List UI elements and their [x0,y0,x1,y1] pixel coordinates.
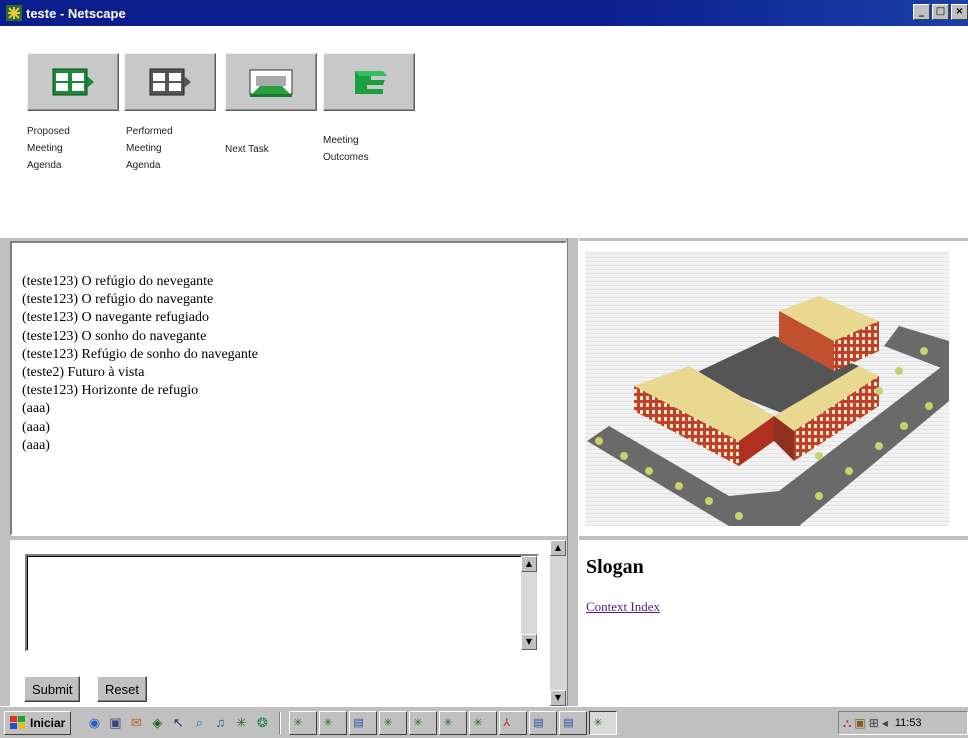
task-button[interactable]: ✳ [469,710,498,735]
start-button[interactable]: Iniciar [4,710,72,735]
task-button[interactable]: ▤ [529,710,558,735]
reset-button[interactable]: Reset [97,676,147,702]
netscape-icon: ✳ [413,717,423,729]
chat-message: (teste2) Futuro à vista [22,365,145,381]
netscape-icon: ✳ [383,717,393,729]
task-button-active[interactable]: ✳ [589,710,618,735]
clock[interactable]: 11:53 [895,717,922,729]
meeting-outcomes-button[interactable] [323,53,415,111]
search-icon[interactable]: ⌕ [190,714,208,732]
desktop-icon[interactable]: ▣ [106,714,124,732]
textarea-scrollbar[interactable]: ▲ ▼ [521,556,537,650]
netscape-icon: ✳ [593,717,603,729]
scroll-down-arrow-icon[interactable]: ▼ [521,634,537,650]
chat-message: (teste123) O sonho do navegante [22,328,207,344]
netscape-icon [6,5,22,21]
netscape-icon: ✳ [323,717,333,729]
image-frame [579,241,968,536]
performed-agenda-button[interactable] [124,53,216,111]
chat-log: (teste123) O refúgio do nevegante (teste… [10,241,567,536]
chat-message: (teste123) O refúgio do nevegante [22,274,214,289]
task-button[interactable]: ✳ [409,710,438,735]
chat-message: (aaa) [22,437,50,453]
message-form: ▲ ▼ Submit Reset [10,540,550,706]
netscape-icon: ✳ [473,717,483,729]
scroll-up-arrow-icon[interactable]: ▲ [550,540,566,556]
scroll-up-arrow-icon[interactable]: ▲ [521,556,537,572]
chat-message: (teste123) O navegante refugiado [22,310,209,326]
book-arrow-icon [52,68,94,96]
performed-agenda-label: Performed Meeting Agenda [126,126,173,171]
chat-message: (aaa) [22,401,50,417]
netscape-icon: ✳ [293,717,303,729]
next-task-button[interactable] [225,53,317,111]
windows-logo-icon [10,715,25,729]
task-button[interactable]: ✳ [439,710,468,735]
slogan-heading: Slogan [586,556,644,578]
scroll-down-arrow-icon[interactable]: ▼ [550,690,566,706]
taskbar-separator [279,711,282,734]
minimize-button[interactable]: _ [913,4,930,20]
chat-message: (teste123) Refúgio de sonho do navegante [22,346,258,362]
frame-divider-vertical[interactable] [567,238,579,706]
start-label: Iniciar [30,715,66,730]
close-button[interactable]: × [951,4,968,20]
context-index-link[interactable]: Context Index [586,599,660,615]
message-textarea[interactable]: ▲ ▼ [25,554,539,652]
proposed-agenda-label: Proposed Meeting Agenda [27,126,70,171]
meeting-outcomes-label: Meeting Outcomes [323,135,369,163]
task-button[interactable]: ✳ [319,710,348,735]
window-icon: ▤ [353,717,364,729]
maximize-button[interactable]: □ [932,4,949,20]
window-icon: ▤ [533,717,544,729]
task-button[interactable]: ✳ [379,710,408,735]
globe-icon[interactable]: ❂ [253,714,271,732]
window-icon: ▤ [563,717,574,729]
tray-window-icon[interactable]: ▣ [854,716,865,730]
acrobat-icon: ⅄ [503,717,511,729]
system-tray: ⛬ ▣ ⊞ ◂ 11:53 [838,711,968,735]
volume-icon[interactable]: ◂ [882,716,888,730]
task-button[interactable]: ⅄ [499,710,528,735]
proposed-agenda-button[interactable] [27,53,119,111]
quick-launch: ◉ ▣ ✉ ◈ ↖ ⌕ ♫ ✳ ❂ [85,714,271,732]
task-button[interactable]: ▤ [349,710,378,735]
window-title: teste - Netscape [26,5,126,21]
building-render-image [585,251,949,526]
channel-icon[interactable]: ◈ [148,714,166,732]
chat-message: (teste123) Horizonte de refugio [22,383,199,399]
book-arrow-icon [149,68,191,96]
netscape-icon[interactable]: ✳ [232,714,250,732]
tray-app-icon[interactable]: ⛬ [843,716,851,731]
next-task-icon [249,69,293,97]
frame-scrollbar[interactable]: ▲ ▼ [550,540,567,706]
task-button[interactable]: ▤ [559,710,588,735]
chat-message: (teste123) O refúgio do navegante [22,292,214,308]
task-buttons: ✳ ✳ ▤ ✳ ✳ ✳ ✳ ⅄ ▤ ▤ ✳ [289,710,618,735]
task-button[interactable]: ✳ [289,710,318,735]
browser-icon[interactable]: ◉ [85,714,103,732]
submit-button[interactable]: Submit [24,676,81,702]
next-task-label: Next Task [225,144,269,155]
network-icon[interactable]: ⊞ [869,716,879,730]
mail-icon[interactable]: ✉ [127,714,145,732]
cursor-icon[interactable]: ↖ [169,714,187,732]
taskbar: Iniciar ◉ ▣ ✉ ◈ ↖ ⌕ ♫ ✳ ❂ ✳ ✳ ▤ ✳ ✳ ✳ ✳ … [0,706,968,738]
meeting-outcomes-icon [355,71,387,94]
chat-message: (aaa) [22,419,50,435]
context-frame: Slogan Context Index [579,540,968,706]
netscape-icon: ✳ [443,717,453,729]
window-title-bar[interactable]: teste - Netscape _ □ × [0,0,968,26]
toolbar-frame: Proposed Meeting Agenda Performed Meetin… [0,26,968,238]
media-icon[interactable]: ♫ [211,714,229,732]
